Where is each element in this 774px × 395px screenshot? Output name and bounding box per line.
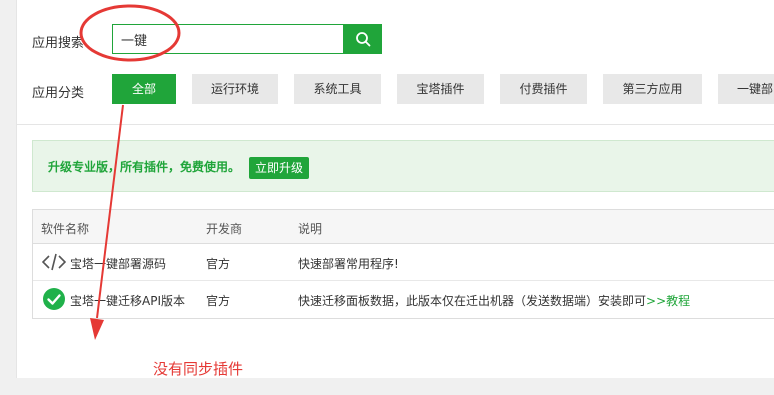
category-tab-runtime[interactable]: 运行环境: [192, 74, 278, 104]
category-tab-paid-plugins[interactable]: 付费插件: [500, 74, 587, 104]
upgrade-button[interactable]: 立即升级: [249, 157, 310, 179]
section-divider: [17, 124, 774, 125]
category-tab-bt-plugins[interactable]: 宝塔插件: [397, 74, 484, 104]
category-tab-all[interactable]: 全部: [112, 74, 176, 104]
plugin-name: 宝塔一键部署源码: [70, 257, 167, 271]
search-label: 应用搜索: [32, 36, 85, 51]
category-tab-third-party[interactable]: 第三方应用: [603, 74, 702, 104]
header-description: 说明: [298, 222, 323, 236]
plugin-name: 宝塔一键迁移API版本: [70, 294, 185, 308]
search-icon: [356, 32, 371, 47]
table-row[interactable]: 宝塔一键部署源码 官方 快速部署常用程序!: [33, 244, 774, 281]
search-button[interactable]: [344, 24, 382, 54]
plugin-description: 快速迁移面板数据，此版本仅在迁出机器（发送数据端）安装即可>>教程: [298, 292, 690, 309]
upgrade-text: 升级专业版，所有插件，免费使用。: [48, 160, 241, 174]
app-store-panel: 应用搜索 应用分类 全部 运行环境 系统工具 宝塔插件 付费插件 第三方应用 一…: [16, 0, 774, 378]
plugin-table: 软件名称 开发商 说明 宝塔一键部署源码 官方 快速部署常用程序! 宝塔一键迁移…: [32, 209, 774, 319]
search-input-wrapper[interactable]: [112, 24, 344, 54]
code-icon: [41, 250, 67, 274]
check-circle-icon: [41, 287, 67, 311]
plugin-vendor: 官方: [206, 257, 231, 271]
category-tab-one-click[interactable]: 一键部: [718, 74, 774, 104]
header-vendor: 开发商: [206, 222, 243, 236]
plugin-vendor: 官方: [206, 294, 231, 308]
table-header: 软件名称 开发商 说明: [33, 210, 774, 244]
search-input[interactable]: [113, 25, 343, 53]
table-row[interactable]: 宝塔一键迁移API版本 官方 快速迁移面板数据，此版本仅在迁出机器（发送数据端）…: [33, 281, 774, 318]
category-label: 应用分类: [32, 86, 85, 101]
plugin-description: 快速部署常用程序!: [298, 257, 399, 271]
plugin-description-text: 快速迁移面板数据，此版本仅在迁出机器（发送数据端）安装即可: [298, 294, 647, 308]
header-name: 软件名称: [41, 222, 90, 236]
upgrade-banner: 升级专业版，所有插件，免费使用。 立即升级: [32, 140, 774, 192]
annotation-note: 没有同步插件: [153, 360, 244, 378]
tutorial-link[interactable]: >>教程: [646, 294, 690, 308]
category-tab-system-tools[interactable]: 系统工具: [294, 74, 381, 104]
